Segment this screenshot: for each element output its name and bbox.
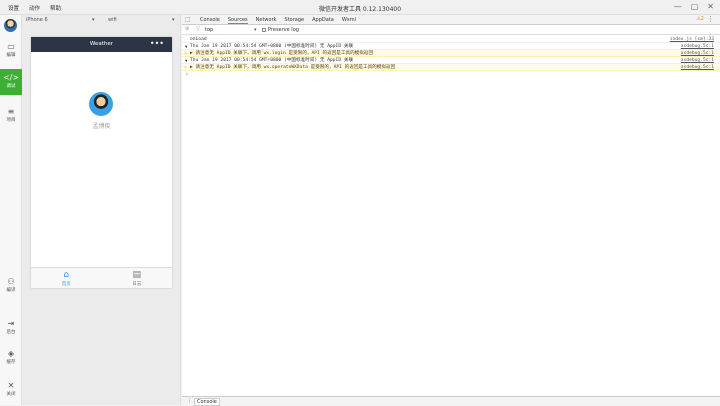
expand-triangle-icon[interactable]: ▼ xyxy=(185,43,187,50)
console-text: Thu Jan 19 2017 00:54:54 GMT+0800 (中国标准时… xyxy=(190,58,354,63)
tab-console[interactable]: Console xyxy=(200,17,220,24)
sidebar-item-label: 后台 xyxy=(6,330,16,335)
sidebar-item-label: 编辑 xyxy=(6,53,16,58)
phone-screen: Weather ••• 孟博俊 ⌂ 首页 ▤ 日志 xyxy=(31,37,172,288)
tab-network[interactable]: Network xyxy=(256,17,277,24)
warning-icon: ⚠ xyxy=(184,51,187,56)
tab-label: 首页 xyxy=(61,282,71,287)
sidebar-item-backend[interactable]: ⇥ 后台 xyxy=(0,315,22,341)
sidebar-item-project[interactable]: ≡ 项目 xyxy=(0,103,22,129)
expand-triangle-icon[interactable]: ▼ xyxy=(185,57,187,64)
devtools-tabbar: ⬚ Console Sources Network Storage AppDat… xyxy=(182,15,720,25)
console-prompt[interactable]: › xyxy=(182,71,720,79)
compile-icon: ⚇ xyxy=(7,277,15,286)
tab-appdata[interactable]: AppData xyxy=(312,17,334,24)
clear-console-icon[interactable]: ⊘ xyxy=(185,26,189,32)
maximize-icon[interactable]: ▢ xyxy=(691,2,699,11)
sidebar-item-close[interactable]: ✕ 关闭 xyxy=(0,377,22,403)
console-text: ▶ 请注意无 AppID 关联下，调用 wx.operateWXData 是受限… xyxy=(190,65,396,70)
title-bar: 设置 动作 帮助 微信开发者工具 0.12.130400 — ▢ ✕ xyxy=(0,0,720,15)
warning-count-badge[interactable]: ⚠2 xyxy=(696,16,704,22)
console-drawer: ⋮ Console xyxy=(182,396,720,406)
sidebar-item-label: 缓存 xyxy=(6,360,16,365)
left-sidebar: ▭ 编辑 </> 调试 ≡ 项目 ⚇ 编译 ⇥ 后台 ◈ 缓存 ✕ 关闭 xyxy=(0,15,22,405)
home-icon: ⌂ xyxy=(63,270,70,280)
source-link[interactable]: index.js [sm]:33 xyxy=(670,36,714,43)
device-select[interactable]: iPhone 6 xyxy=(26,17,48,23)
tab-sources[interactable]: Sources xyxy=(227,17,248,24)
sidebar-item-label: 关闭 xyxy=(6,392,16,397)
tab-bar: ⌂ 首页 ▤ 日志 xyxy=(31,267,172,288)
nav-title: Weather xyxy=(89,41,114,47)
sidebar-item-label: 项目 xyxy=(6,118,16,123)
console-text: Thu Jan 19 2017 00:54:54 GMT+0800 (中国标准时… xyxy=(190,44,354,49)
more-icon[interactable]: ••• xyxy=(150,37,164,50)
network-select[interactable]: wifi xyxy=(108,17,117,23)
context-select[interactable]: top xyxy=(205,27,213,33)
tab-log[interactable]: ▤ 日志 xyxy=(102,268,173,288)
close-icon: ✕ xyxy=(7,381,15,390)
chevron-down-icon[interactable]: ▾ xyxy=(172,17,175,23)
tab-label: 日志 xyxy=(132,282,142,287)
inspect-icon[interactable]: ⬚ xyxy=(185,16,191,23)
source-link[interactable]: asdebug.5c:1 xyxy=(681,64,714,71)
console-line: onLoad index.js [sm]:33 xyxy=(182,36,720,43)
console-warning-line[interactable]: ⚠ ▶ 请注意无 AppID 关联下，调用 wx.operateWXData 是… xyxy=(182,64,720,71)
tab-wxml[interactable]: Wxml xyxy=(342,17,356,24)
devtools-panel: ⬚ Console Sources Network Storage AppDat… xyxy=(182,15,720,406)
sidebar-item-label: 调试 xyxy=(6,84,16,89)
chevron-down-icon[interactable]: ▾ xyxy=(254,27,257,33)
chevron-down-icon[interactable]: ▾ xyxy=(92,17,95,23)
log-icon: ▤ xyxy=(132,270,141,280)
simulator-panel: iPhone 6 ▾ wifi ▾ Weather ••• 孟博俊 ⌂ 首页 ▤… xyxy=(22,15,181,405)
monitor-icon: ▭ xyxy=(7,42,15,51)
sidebar-item-debug[interactable]: </> 调试 xyxy=(0,69,22,95)
username: 孟博俊 xyxy=(92,123,111,130)
list-icon: ≡ xyxy=(7,107,15,116)
console-group-line[interactable]: ▼ Thu Jan 19 2017 00:54:54 GMT+0800 (中国标… xyxy=(182,57,720,64)
console-group-line[interactable]: ▼ Thu Jan 19 2017 00:54:54 GMT+0800 (中国标… xyxy=(182,43,720,50)
warning-icon: ⚠ xyxy=(184,65,187,70)
device-bar: iPhone 6 ▾ wifi ▾ xyxy=(22,15,181,26)
console-warning-line[interactable]: ⚠ ▶ 请注意无 AppID 关联下，调用 wx.login 是受限的，API … xyxy=(182,50,720,57)
layers-icon: ◈ xyxy=(7,349,15,358)
avatar xyxy=(89,92,113,116)
source-link[interactable]: asdebug.5c:1 xyxy=(681,50,714,57)
preserve-log-label: Preserve log xyxy=(268,27,299,33)
kebab-menu-icon[interactable]: ⋮ xyxy=(707,15,714,23)
backend-icon: ⇥ xyxy=(7,319,15,328)
navigation-bar: Weather ••• xyxy=(31,37,172,52)
console-text: ▶ 请注意无 AppID 关联下，调用 wx.login 是受限的，API 的返… xyxy=(190,51,374,56)
console-output: onLoad index.js [sm]:33 ▼ Thu Jan 19 201… xyxy=(182,36,720,79)
sidebar-item-label: 编译 xyxy=(6,288,16,293)
close-window-icon[interactable]: ✕ xyxy=(707,2,714,11)
user-avatar[interactable] xyxy=(4,19,17,32)
tab-home[interactable]: ⌂ 首页 xyxy=(31,268,102,288)
console-filter-bar: ⊘ ▽ top ▾ Preserve log xyxy=(182,25,720,35)
source-link[interactable]: asdebug.5c:1 xyxy=(681,57,714,64)
sidebar-item-cache[interactable]: ◈ 缓存 xyxy=(0,345,22,371)
minimize-icon[interactable]: — xyxy=(674,2,682,11)
drawer-menu-icon[interactable]: ⋮ xyxy=(187,398,192,404)
sidebar-item-compile[interactable]: ⚇ 编译 xyxy=(0,273,22,299)
preserve-log-checkbox[interactable] xyxy=(262,28,266,32)
window-controls: — ▢ ✕ xyxy=(674,2,714,11)
sidebar-item-edit[interactable]: ▭ 编辑 xyxy=(0,38,22,64)
tab-storage[interactable]: Storage xyxy=(285,17,305,24)
filter-icon[interactable]: ▽ xyxy=(196,26,200,32)
window-title: 微信开发者工具 0.12.130400 xyxy=(318,6,402,13)
code-icon: </> xyxy=(2,73,20,82)
console-text: onLoad xyxy=(190,37,207,42)
source-link[interactable]: asdebug.5c:1 xyxy=(681,43,714,50)
